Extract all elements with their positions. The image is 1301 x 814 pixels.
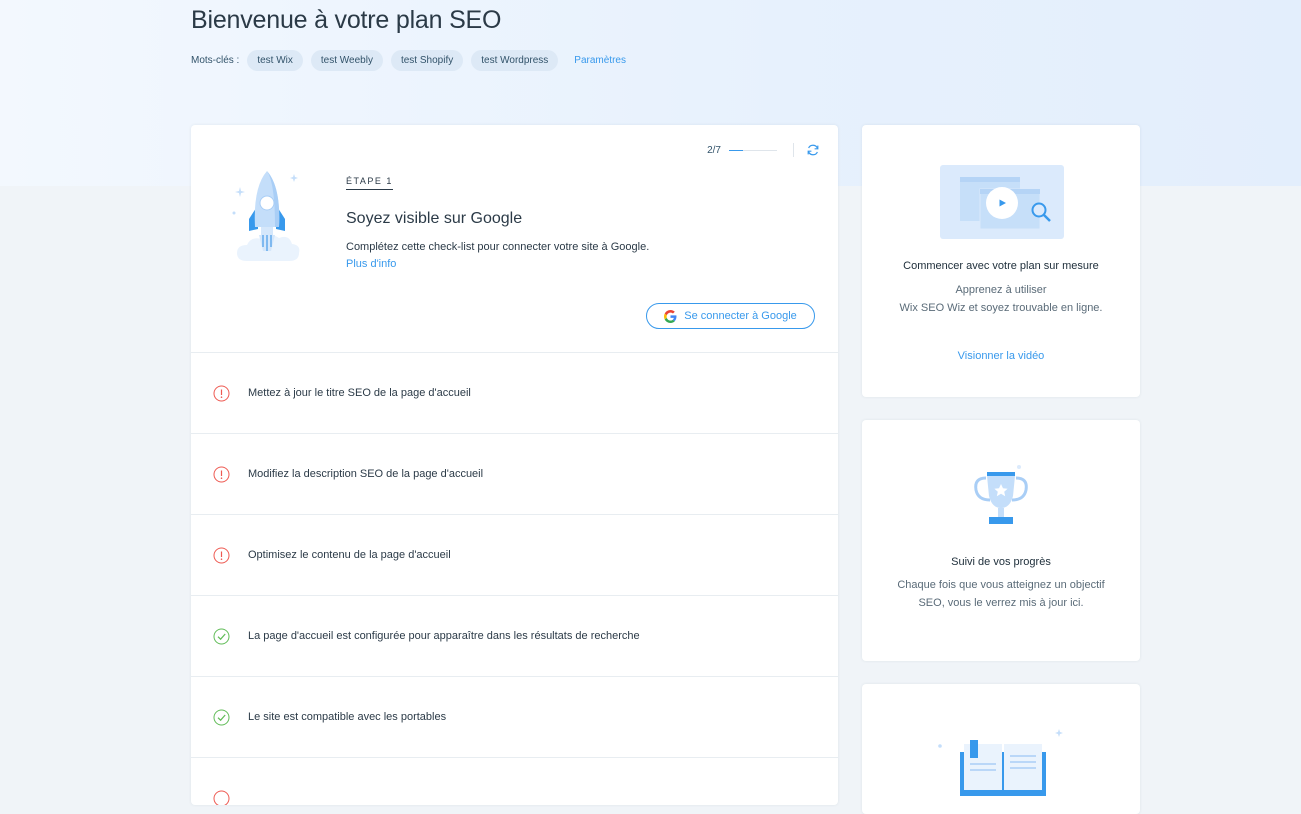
- checkmark-icon: [213, 790, 230, 805]
- checklist-item[interactable]: Optimisez le contenu de la page d'accuei…: [191, 514, 838, 595]
- warning-icon: [213, 547, 230, 563]
- progress-bar-fill: [729, 149, 743, 151]
- video-card-title: Commencer avec votre plan sur mesure: [903, 260, 1099, 272]
- step-description: Complétez cette check-list pour connecte…: [346, 241, 650, 253]
- step-progress: 2/7: [707, 143, 820, 157]
- step-content: ÉTAPE 1 Soyez visible sur Google Complét…: [346, 171, 806, 270]
- keyword-chip[interactable]: test Wix: [247, 50, 303, 71]
- checklist-item[interactable]: Le site est compatible avec les portable…: [191, 676, 838, 757]
- divider: [793, 143, 794, 157]
- video-card-description-line: Apprenez à utiliser: [955, 284, 1047, 296]
- checklist-item-label: Le site est compatible avec les portable…: [248, 711, 447, 723]
- step-card: 2/7 ÉTAPE 1 Soyez visible sur Google Com…: [191, 125, 838, 805]
- connect-google-label: Se connecter à Google: [684, 310, 797, 322]
- progress-count: 2/7: [707, 144, 721, 156]
- video-card: Commencer avec votre plan sur mesure App…: [862, 125, 1140, 397]
- checkmark-icon: [213, 628, 230, 644]
- progress-bar: [729, 149, 777, 151]
- watch-video-link[interactable]: Visionner la vidéo: [862, 350, 1140, 362]
- more-info-link[interactable]: Plus d'info: [346, 258, 806, 270]
- video-illustration-icon: [940, 165, 1064, 239]
- refresh-icon[interactable]: [806, 143, 820, 157]
- checklist-item[interactable]: La page d'accueil est configurée pour ap…: [191, 595, 838, 676]
- video-card-description: Apprenez à utiliser Wix SEO Wiz et soyez…: [862, 281, 1140, 317]
- keyword-chip[interactable]: test Shopify: [390, 50, 464, 71]
- settings-link[interactable]: Paramètres: [574, 55, 626, 66]
- step-title: Soyez visible sur Google: [346, 210, 523, 227]
- checklist-item-label: Modifiez la description SEO de la page d…: [248, 468, 484, 480]
- progress-card-description: Chaque fois que vous atteignez un object…: [862, 576, 1140, 612]
- connect-google-button[interactable]: Se connecter à Google: [646, 303, 815, 329]
- google-icon: [664, 309, 677, 323]
- checklist-item-label: La page d'accueil est configurée pour ap…: [248, 630, 640, 642]
- warning-icon: [213, 466, 230, 482]
- warning-icon: [213, 385, 230, 401]
- progress-card-description-line: Chaque fois que vous atteignez un object…: [897, 579, 1105, 591]
- checklist-item-label: Optimisez le contenu de la page d'accuei…: [248, 549, 451, 561]
- book-icon: [938, 729, 1063, 796]
- progress-card: Suivi de vos progrès Chaque fois que vou…: [862, 420, 1140, 661]
- page-title: Bienvenue à votre plan SEO: [191, 6, 502, 34]
- checklist: Mettez à jour le titre SEO de la page d'…: [191, 352, 838, 805]
- keyword-chip[interactable]: test Wordpress: [471, 50, 559, 71]
- checklist-item[interactable]: [191, 757, 838, 805]
- page-header: Bienvenue à votre plan SEO Mots-clés : t…: [191, 6, 626, 71]
- keyword-chip[interactable]: test Weebly: [310, 50, 383, 71]
- progress-card-description-line: SEO, vous le verrez mis à jour ici.: [918, 597, 1084, 609]
- keywords-bar: Mots-clés : test Wix test Weebly test Sh…: [191, 50, 626, 71]
- checklist-item-label: Mettez à jour le titre SEO de la page d'…: [248, 387, 471, 399]
- trophy-icon: [974, 465, 1028, 524]
- checklist-item[interactable]: Modifiez la description SEO de la page d…: [191, 433, 838, 514]
- step-label: ÉTAPE 1: [346, 176, 393, 190]
- keywords-label: Mots-clés :: [191, 55, 240, 66]
- progress-card-title: Suivi de vos progrès: [951, 556, 1051, 568]
- rocket-illustration-icon: [232, 171, 300, 261]
- checklist-item[interactable]: Mettez à jour le titre SEO de la page d'…: [191, 352, 838, 433]
- video-card-description-line: Wix SEO Wiz et soyez trouvable en ligne.: [899, 302, 1103, 314]
- checkmark-icon: [213, 709, 230, 725]
